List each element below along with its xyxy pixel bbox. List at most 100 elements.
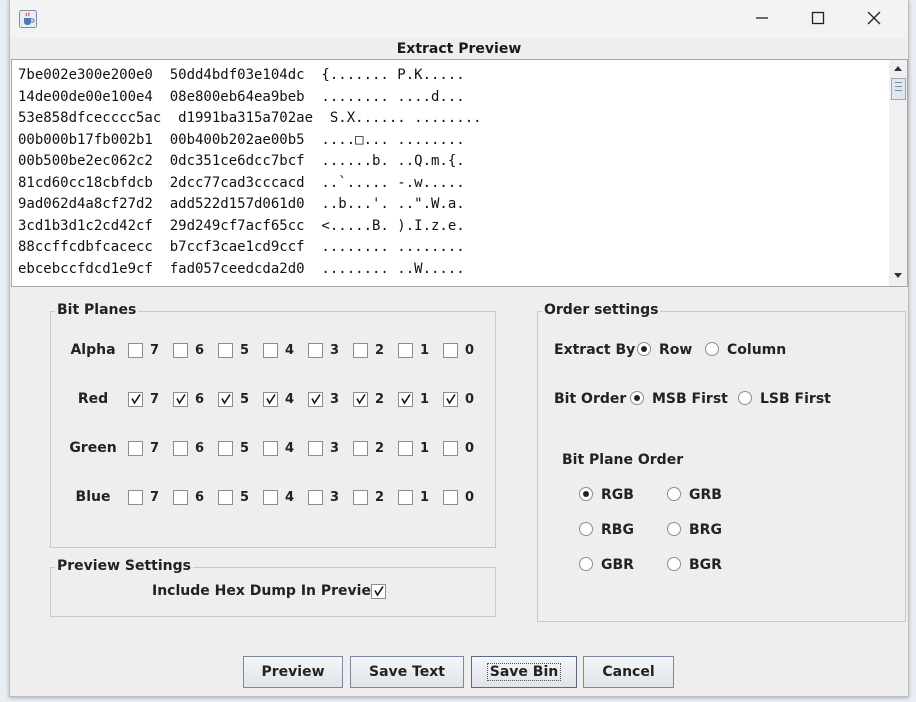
bit-planes-title: Bit Planes <box>55 302 139 318</box>
preview-line: 7be002e300e200e0 50dd4bdf03e104dc {.....… <box>18 67 465 83</box>
close-button[interactable] <box>852 4 898 34</box>
red-bit-3-checkbox[interactable] <box>308 392 323 407</box>
preview-button[interactable]: Preview <box>243 656 343 688</box>
blue-bit-5-label[interactable]: 5 <box>240 490 249 505</box>
green-bit-7-label[interactable]: 7 <box>150 441 159 456</box>
blue-bit-5-checkbox[interactable] <box>218 490 233 505</box>
blue-bit-7-label[interactable]: 7 <box>150 490 159 505</box>
alpha-bit-6-label[interactable]: 6 <box>195 343 204 358</box>
blue-bit-1-checkbox[interactable] <box>398 490 413 505</box>
extract-by-row-radio[interactable] <box>637 342 651 356</box>
plane-order-rbg-radio[interactable] <box>579 522 593 536</box>
extract-by-column-label[interactable]: Column <box>727 342 786 358</box>
green-bit-0-checkbox[interactable] <box>443 441 458 456</box>
green-bit-2-label[interactable]: 2 <box>375 441 384 456</box>
alpha-bit-4-checkbox[interactable] <box>263 343 278 358</box>
green-bit-4-label[interactable]: 4 <box>285 441 294 456</box>
blue-bit-1-label[interactable]: 1 <box>420 490 429 505</box>
bit-order-lsb-radio[interactable] <box>738 391 752 405</box>
plane-order-bgr-label[interactable]: BGR <box>689 557 722 573</box>
plane-order-bgr-radio[interactable] <box>667 557 681 571</box>
bit-order-lsb-label[interactable]: LSB First <box>760 391 831 407</box>
red-bit-0-label[interactable]: 0 <box>465 392 474 407</box>
plane-order-brg-label[interactable]: BRG <box>689 522 722 538</box>
plane-order-rgb-radio[interactable] <box>579 487 593 501</box>
red-bit-4-checkbox[interactable] <box>263 392 278 407</box>
blue-bit-3-label[interactable]: 3 <box>330 490 339 505</box>
blue-bit-0-label[interactable]: 0 <box>465 490 474 505</box>
red-bit-5-label[interactable]: 5 <box>240 392 249 407</box>
bit-order-msb-label[interactable]: MSB First <box>652 391 728 407</box>
plane-order-rgb-label[interactable]: RGB <box>601 487 634 503</box>
save-text-button[interactable]: Save Text <box>350 656 464 688</box>
scroll-thumb[interactable] <box>891 78 906 100</box>
red-bit-6-label[interactable]: 6 <box>195 392 204 407</box>
alpha-bit-0-checkbox[interactable] <box>443 343 458 358</box>
red-bit-4-label[interactable]: 4 <box>285 392 294 407</box>
red-bit-1-label[interactable]: 1 <box>420 392 429 407</box>
green-bit-2-checkbox[interactable] <box>353 441 368 456</box>
extract-by-row-label[interactable]: Row <box>659 342 692 358</box>
alpha-bit-7-checkbox[interactable] <box>128 343 143 358</box>
blue-bit-6-checkbox[interactable] <box>173 490 188 505</box>
minimize-button[interactable] <box>740 4 786 34</box>
alpha-bit-5-label[interactable]: 5 <box>240 343 249 358</box>
alpha-bit-1-checkbox[interactable] <box>398 343 413 358</box>
blue-bit-2-label[interactable]: 2 <box>375 490 384 505</box>
extract-by-column-radio[interactable] <box>705 342 719 356</box>
red-bit-0-checkbox[interactable] <box>443 392 458 407</box>
plane-order-rbg-label[interactable]: RBG <box>601 522 634 538</box>
red-bit-1-checkbox[interactable] <box>398 392 413 407</box>
green-bit-1-checkbox[interactable] <box>398 441 413 456</box>
alpha-bit-1-label[interactable]: 1 <box>420 343 429 358</box>
green-bit-3-label[interactable]: 3 <box>330 441 339 456</box>
green-bit-6-label[interactable]: 6 <box>195 441 204 456</box>
blue-bit-4-checkbox[interactable] <box>263 490 278 505</box>
green-bit-6-checkbox[interactable] <box>173 441 188 456</box>
plane-order-gbr-radio[interactable] <box>579 557 593 571</box>
plane-order-brg-radio[interactable] <box>667 522 681 536</box>
alpha-bit-0-label[interactable]: 0 <box>465 343 474 358</box>
red-channel-label: Red <box>77 391 109 407</box>
alpha-bit-2-label[interactable]: 2 <box>375 343 384 358</box>
red-bit-6-checkbox[interactable] <box>173 392 188 407</box>
scroll-down-icon[interactable] <box>891 268 905 282</box>
alpha-bit-7-label[interactable]: 7 <box>150 343 159 358</box>
green-bit-1-label[interactable]: 1 <box>420 441 429 456</box>
green-bit-4-checkbox[interactable] <box>263 441 278 456</box>
red-bit-2-checkbox[interactable] <box>353 392 368 407</box>
scroll-up-icon[interactable] <box>891 62 905 76</box>
blue-bit-3-checkbox[interactable] <box>308 490 323 505</box>
alpha-bit-3-label[interactable]: 3 <box>330 343 339 358</box>
alpha-bit-6-checkbox[interactable] <box>173 343 188 358</box>
green-bit-5-checkbox[interactable] <box>218 441 233 456</box>
bit-order-msb-radio[interactable] <box>630 391 644 405</box>
alpha-bit-3-checkbox[interactable] <box>308 343 323 358</box>
blue-bit-6-label[interactable]: 6 <box>195 490 204 505</box>
blue-bit-7-checkbox[interactable] <box>128 490 143 505</box>
blue-bit-4-label[interactable]: 4 <box>285 490 294 505</box>
green-bit-0-label[interactable]: 0 <box>465 441 474 456</box>
plane-order-grb-radio[interactable] <box>667 487 681 501</box>
preview-scrollbar[interactable] <box>889 59 908 287</box>
plane-order-gbr-label[interactable]: GBR <box>601 557 634 573</box>
hex-dump-checkbox[interactable] <box>371 584 386 599</box>
save-bin-button[interactable]: Save Bin <box>471 656 577 688</box>
maximize-button[interactable] <box>796 4 842 34</box>
blue-bit-0-checkbox[interactable] <box>443 490 458 505</box>
preview-text-area[interactable]: 7be002e300e200e0 50dd4bdf03e104dc {.....… <box>11 59 890 287</box>
green-bit-5-label[interactable]: 5 <box>240 441 249 456</box>
green-bit-7-checkbox[interactable] <box>128 441 143 456</box>
red-bit-2-label[interactable]: 2 <box>375 392 384 407</box>
green-bit-3-checkbox[interactable] <box>308 441 323 456</box>
alpha-bit-5-checkbox[interactable] <box>218 343 233 358</box>
cancel-button[interactable]: Cancel <box>583 656 674 688</box>
alpha-bit-4-label[interactable]: 4 <box>285 343 294 358</box>
blue-bit-2-checkbox[interactable] <box>353 490 368 505</box>
red-bit-3-label[interactable]: 3 <box>330 392 339 407</box>
red-bit-5-checkbox[interactable] <box>218 392 233 407</box>
red-bit-7-label[interactable]: 7 <box>150 392 159 407</box>
plane-order-grb-label[interactable]: GRB <box>689 487 722 503</box>
alpha-bit-2-checkbox[interactable] <box>353 343 368 358</box>
red-bit-7-checkbox[interactable] <box>128 392 143 407</box>
